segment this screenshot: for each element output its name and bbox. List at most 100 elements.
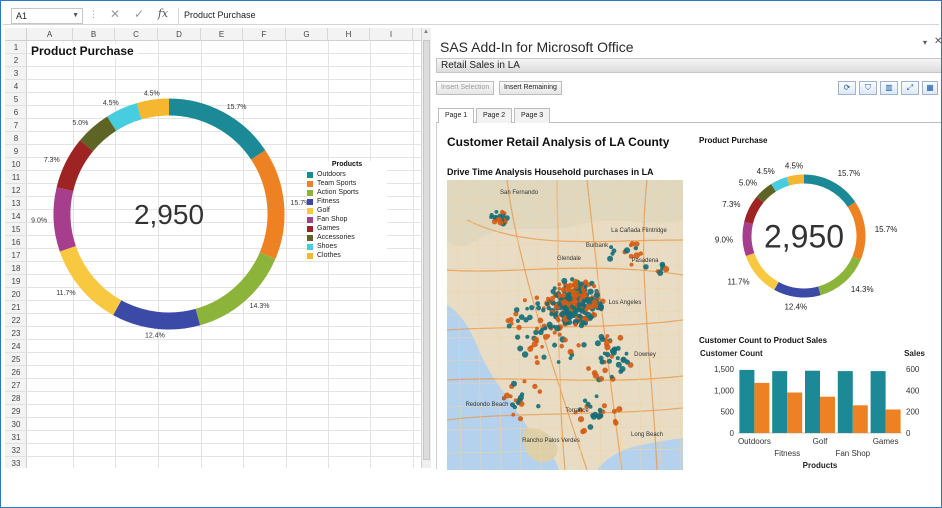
slice-label: 9.0%: [31, 217, 47, 224]
household-dot: [557, 282, 562, 287]
refresh-icon[interactable]: ⟳: [838, 81, 856, 95]
insert-remaining-button[interactable]: Insert Remaining: [499, 81, 562, 95]
household-dot: [552, 342, 558, 348]
vertical-scrollbar[interactable]: ▲: [421, 28, 431, 468]
household-dot: [518, 314, 525, 320]
la-county-map[interactable]: San Fernando Burbank La Cañada Flintridge G…: [447, 180, 683, 470]
row-header[interactable]: 30: [5, 418, 27, 431]
household-dot: [554, 325, 561, 332]
legend-label: Action Sports: [317, 189, 359, 196]
row-header[interactable]: 21: [5, 301, 27, 314]
map-label: Glendale: [557, 256, 582, 262]
chart-icon[interactable]: ▥: [880, 81, 898, 95]
row-header[interactable]: 16: [5, 236, 27, 249]
column-header[interactable]: E: [201, 28, 243, 41]
scroll-up-icon[interactable]: ▲: [423, 29, 429, 35]
row-header[interactable]: 4: [5, 80, 27, 93]
pane-menu-icon[interactable]: ▾: [923, 38, 927, 47]
name-box[interactable]: A1 ▼: [11, 8, 83, 24]
donut-slice: [744, 196, 764, 225]
cancel-icon[interactable]: ✕: [107, 7, 123, 21]
household-dot: [540, 345, 544, 349]
row-header[interactable]: 24: [5, 340, 27, 353]
row-header[interactable]: 18: [5, 262, 27, 275]
row-header[interactable]: 25: [5, 353, 27, 366]
pane-donut-chart[interactable]: 15.7%15.7%14.3%12.4%11.7%9.0%7.3%5.0%4.5…: [692, 145, 942, 325]
row-header[interactable]: 9: [5, 145, 27, 158]
row-header[interactable]: 27: [5, 379, 27, 392]
column-header[interactable]: C: [115, 28, 158, 41]
household-dot: [552, 286, 557, 291]
row-header[interactable]: 2: [5, 54, 27, 67]
filter-icon[interactable]: ⛉: [859, 81, 877, 95]
chevron-down-icon[interactable]: ▼: [72, 9, 79, 23]
household-dot: [628, 243, 633, 248]
column-header[interactable]: D: [158, 28, 201, 41]
row-header[interactable]: 22: [5, 314, 27, 327]
household-dot: [545, 302, 550, 306]
column-header[interactable]: B: [73, 28, 115, 41]
map-label: Downey: [634, 352, 656, 358]
row-header[interactable]: 15: [5, 223, 27, 236]
formula-input[interactable]: Product Purchase: [178, 8, 936, 24]
column-header[interactable]: H: [328, 28, 370, 41]
household-dot: [566, 295, 573, 302]
row-header[interactable]: 31: [5, 431, 27, 444]
tab-page-2[interactable]: Page 2: [476, 108, 513, 124]
household-dot: [521, 351, 529, 358]
row-header[interactable]: 28: [5, 392, 27, 405]
pane-close-icon[interactable]: ✕: [934, 36, 941, 47]
customer-count-bar-chart[interactable]: Customer Count Sales 0 500 1,000 1,500 0 200 400…: [692, 345, 942, 469]
household-dot: [535, 326, 539, 331]
row-header[interactable]: 14: [5, 210, 27, 223]
household-dot: [609, 374, 614, 379]
grid-icon[interactable]: ▦: [922, 81, 938, 95]
x-tick-label: Fitness: [774, 449, 800, 458]
household-dot: [620, 356, 627, 363]
row-header[interactable]: 13: [5, 197, 27, 210]
expand-icon[interactable]: ⤢: [901, 81, 919, 95]
household-dot: [561, 292, 567, 298]
row-header[interactable]: 17: [5, 249, 27, 262]
row-header[interactable]: 8: [5, 132, 27, 145]
row-header[interactable]: 3: [5, 67, 27, 80]
row-header[interactable]: 23: [5, 327, 27, 340]
row-header[interactable]: 29: [5, 405, 27, 418]
y-tick-label: 1,000: [714, 386, 735, 395]
row-header[interactable]: 7: [5, 119, 27, 132]
row-header[interactable]: 6: [5, 106, 27, 119]
column-header[interactable]: I: [370, 28, 413, 41]
y2-axis-label: Sales: [904, 349, 925, 358]
row-header[interactable]: 11: [5, 171, 27, 184]
donut-title: Product Purchase: [699, 136, 768, 145]
household-dot: [589, 315, 594, 320]
row-header[interactable]: 10: [5, 158, 27, 171]
column-header[interactable]: F: [243, 28, 286, 41]
donut-slice: [742, 221, 755, 256]
row-header[interactable]: 19: [5, 275, 27, 288]
row-header[interactable]: 20: [5, 288, 27, 301]
row-header[interactable]: 1: [5, 41, 27, 54]
household-dot: [580, 428, 586, 435]
household-dot: [556, 318, 561, 323]
insert-function-icon[interactable]: fx: [155, 7, 171, 20]
household-dot: [517, 416, 524, 422]
household-dot: [598, 333, 605, 340]
row-header[interactable]: 5: [5, 93, 27, 106]
scrollbar-thumb[interactable]: [423, 40, 430, 460]
row-header[interactable]: 33: [5, 457, 27, 468]
household-dot: [587, 424, 594, 430]
insert-selection-button[interactable]: Insert Selection: [436, 81, 495, 95]
row-header[interactable]: 26: [5, 366, 27, 379]
y2-tick-label: 400: [906, 386, 920, 395]
drag-handle-icon[interactable]: ⋮: [89, 9, 98, 20]
tab-page-3[interactable]: Page 3: [514, 108, 551, 124]
column-header[interactable]: G: [286, 28, 328, 41]
household-dot: [511, 380, 517, 387]
select-all-corner[interactable]: [5, 28, 27, 41]
column-header[interactable]: A: [27, 28, 73, 41]
row-header[interactable]: 12: [5, 184, 27, 197]
enter-icon[interactable]: ✓: [131, 7, 147, 21]
row-header[interactable]: 32: [5, 444, 27, 457]
legend-swatch: [307, 207, 313, 214]
